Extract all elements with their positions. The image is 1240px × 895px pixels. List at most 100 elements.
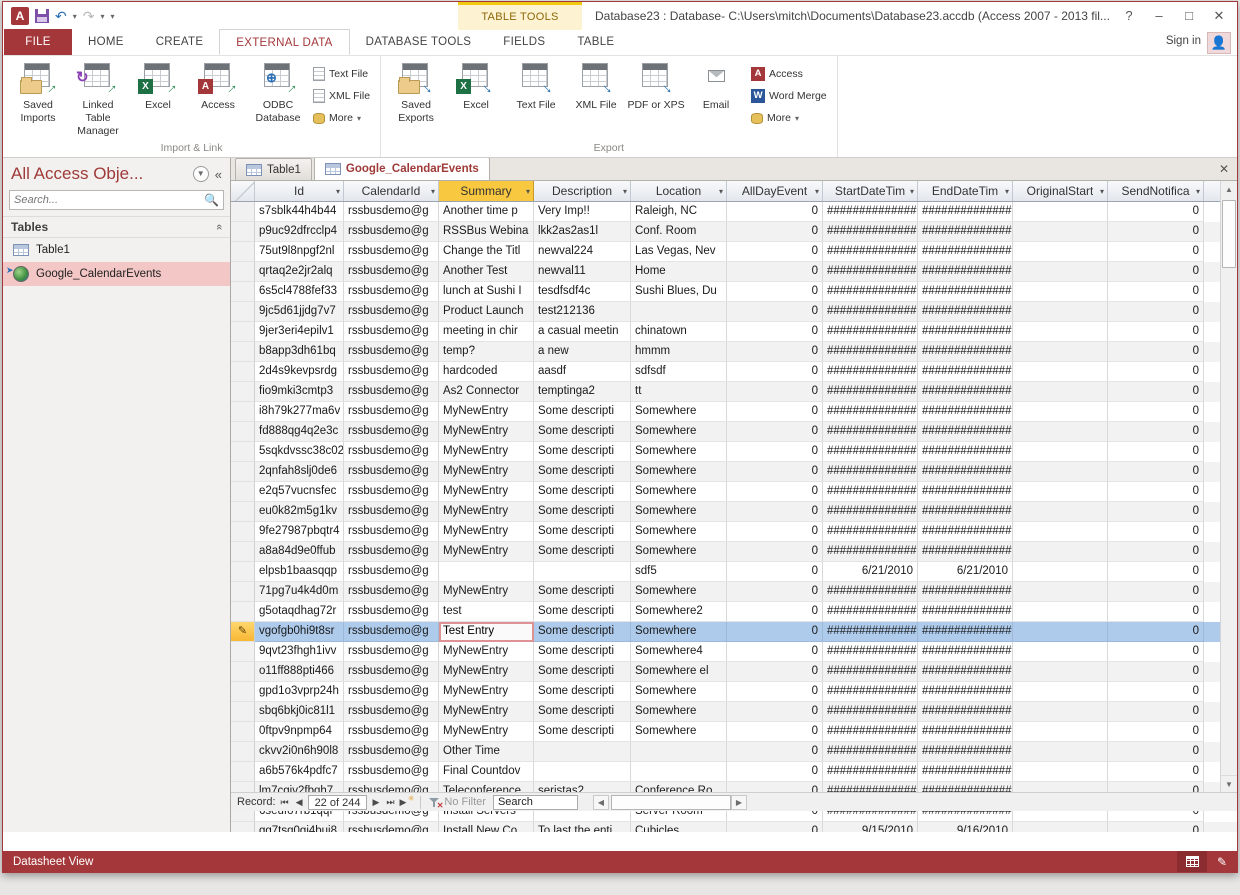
cell-enddatetim[interactable]: ############## xyxy=(918,522,1013,542)
table-row[interactable]: elpsb1baasqqprssbusdemo@gsdf506/21/20106… xyxy=(231,562,1237,582)
row-selector[interactable] xyxy=(231,442,255,462)
row-selector[interactable] xyxy=(231,402,255,422)
cell-description[interactable]: Some descripti xyxy=(534,602,631,622)
cell-calendarid[interactable]: rssbusdemo@g xyxy=(344,242,439,262)
row-selector-editing-icon[interactable]: ✎ xyxy=(231,622,255,642)
ribbon-tab-home[interactable]: HOME xyxy=(72,29,140,55)
cell-originalstart[interactable] xyxy=(1013,582,1108,602)
cell-description[interactable] xyxy=(534,742,631,762)
vertical-scrollbar[interactable]: ▲ ▼ xyxy=(1220,181,1237,792)
cell-alldayevent[interactable]: 0 xyxy=(727,402,823,422)
cell-description[interactable]: Some descripti xyxy=(534,482,631,502)
cell-sendnotifica[interactable]: 0 xyxy=(1108,422,1204,442)
cell-description[interactable]: Some descripti xyxy=(534,642,631,662)
row-selector[interactable] xyxy=(231,562,255,582)
row-selector[interactable] xyxy=(231,602,255,622)
scroll-down-icon[interactable]: ▼ xyxy=(1221,775,1237,792)
cell-enddatetim[interactable]: ############## xyxy=(918,482,1013,502)
cell-id[interactable]: eu0k82m5g1kv xyxy=(255,502,344,522)
cell-location[interactable] xyxy=(631,302,727,322)
cell-sendnotifica[interactable]: 0 xyxy=(1108,682,1204,702)
cell-enddatetim[interactable]: ############## xyxy=(918,322,1013,342)
cell-id[interactable]: b8app3dh61bq xyxy=(255,342,344,362)
cell-calendarid[interactable]: rssbusdemo@g xyxy=(344,822,439,832)
cell-description[interactable]: Some descripti xyxy=(534,442,631,462)
saved-imports-button[interactable]: →Saved Imports xyxy=(9,60,67,125)
cell-originalstart[interactable] xyxy=(1013,202,1108,222)
cell-sendnotifica[interactable]: 0 xyxy=(1108,602,1204,622)
cell-description[interactable]: newval224 xyxy=(534,242,631,262)
cell-originalstart[interactable] xyxy=(1013,282,1108,302)
cell-sendnotifica[interactable]: 0 xyxy=(1108,542,1204,562)
cell-enddatetim[interactable]: ############## xyxy=(918,622,1013,642)
cell-summary[interactable]: MyNewEntry xyxy=(439,542,534,562)
cell-alldayevent[interactable]: 0 xyxy=(727,722,823,742)
table-row[interactable]: g5otaqdhag72rrssbusdemo@gtestSome descri… xyxy=(231,602,1237,622)
cell-startdatetim[interactable]: ############## xyxy=(823,402,918,422)
cell-calendarid[interactable]: rssbusdemo@g xyxy=(344,662,439,682)
cell-startdatetim[interactable]: ############## xyxy=(823,582,918,602)
cell-id[interactable]: i8h79k277ma6v xyxy=(255,402,344,422)
row-selector[interactable] xyxy=(231,382,255,402)
row-selector[interactable] xyxy=(231,542,255,562)
cell-alldayevent[interactable]: 0 xyxy=(727,702,823,722)
cell-sendnotifica[interactable]: 0 xyxy=(1108,322,1204,342)
ribbon-tab-file[interactable]: FILE xyxy=(4,29,72,55)
cell-description[interactable]: temptinga2 xyxy=(534,382,631,402)
cell-calendarid[interactable]: rssbusdemo@g xyxy=(344,262,439,282)
cell-alldayevent[interactable]: 0 xyxy=(727,362,823,382)
row-selector[interactable] xyxy=(231,342,255,362)
table-row[interactable]: 6s5cl4788fef33rssbusdemo@glunch at Sushi… xyxy=(231,282,1237,302)
cell-calendarid[interactable]: rssbusdemo@g xyxy=(344,742,439,762)
cell-sendnotifica[interactable]: 0 xyxy=(1108,282,1204,302)
excel-export-button[interactable]: X→Excel xyxy=(447,60,505,112)
cell-alldayevent[interactable]: 0 xyxy=(727,582,823,602)
account-avatar[interactable]: 👤 xyxy=(1207,32,1231,54)
last-record-icon[interactable]: ⏭ xyxy=(384,797,396,808)
cell-originalstart[interactable] xyxy=(1013,422,1108,442)
row-selector[interactable] xyxy=(231,262,255,282)
column-header-startdatetim[interactable]: StartDateTim▾ xyxy=(823,181,918,201)
cell-alldayevent[interactable]: 0 xyxy=(727,342,823,362)
table-row[interactable]: 9qvt23fhgh1ivvrssbusdemo@gMyNewEntrySome… xyxy=(231,642,1237,662)
row-selector[interactable] xyxy=(231,362,255,382)
customize-qat-icon[interactable]: ▾ xyxy=(111,12,115,21)
cell-description[interactable]: Some descripti xyxy=(534,582,631,602)
table-row[interactable]: qrtaq2e2jr2alqrssbusdemo@gAnother Testne… xyxy=(231,262,1237,282)
cell-alldayevent[interactable]: 0 xyxy=(727,322,823,342)
table-row[interactable]: e2q57vucnsfecrssbusdemo@gMyNewEntrySome … xyxy=(231,482,1237,502)
table-row[interactable]: 2d4s9kevpsrdgrssbusdemo@ghardcodedaasdfs… xyxy=(231,362,1237,382)
cell-sendnotifica[interactable]: 0 xyxy=(1108,362,1204,382)
ribbon-tab-external-data[interactable]: EXTERNAL DATA xyxy=(219,29,349,55)
cell-originalstart[interactable] xyxy=(1013,702,1108,722)
column-dropdown-icon[interactable]: ▾ xyxy=(623,187,627,196)
cell-startdatetim[interactable]: ############## xyxy=(823,682,918,702)
nav-search-box[interactable]: 🔍 xyxy=(9,190,224,210)
cell-enddatetim[interactable]: ############## xyxy=(918,442,1013,462)
cell-startdatetim[interactable]: ############## xyxy=(823,222,918,242)
cell-sendnotifica[interactable]: 0 xyxy=(1108,342,1204,362)
cell-enddatetim[interactable]: ############## xyxy=(918,722,1013,742)
cell-originalstart[interactable] xyxy=(1013,662,1108,682)
collapse-group-icon[interactable]: « xyxy=(213,224,225,230)
cell-alldayevent[interactable]: 0 xyxy=(727,602,823,622)
cell-id[interactable]: a8a84d9e0ffub xyxy=(255,542,344,562)
access-app-icon[interactable]: A xyxy=(11,7,29,25)
cell-originalstart[interactable] xyxy=(1013,302,1108,322)
cell-description[interactable]: Some descripti xyxy=(534,682,631,702)
cell-originalstart[interactable] xyxy=(1013,562,1108,582)
column-header-enddatetim[interactable]: EndDateTim▾ xyxy=(918,181,1013,201)
word-merge-button[interactable]: WWord Merge xyxy=(747,87,831,105)
cell-id[interactable]: 71pg7u4k4d0m xyxy=(255,582,344,602)
row-selector[interactable] xyxy=(231,742,255,762)
table-row[interactable]: gg7tsq0gi4bui8rssbusdemo@gInstall New Co… xyxy=(231,822,1237,832)
row-selector[interactable] xyxy=(231,702,255,722)
cell-summary[interactable]: Final Countdov xyxy=(439,762,534,782)
undo-dropdown-icon[interactable]: ▾ xyxy=(73,12,77,21)
cell-startdatetim[interactable]: ############## xyxy=(823,702,918,722)
cell-calendarid[interactable]: rssbusdemo@g xyxy=(344,702,439,722)
horizontal-scrollbar[interactable]: ◀ ▶ xyxy=(593,793,747,811)
table-row[interactable]: 9jer3eri4epilv1rssbusdemo@gmeeting in ch… xyxy=(231,322,1237,342)
cell-location[interactable]: Somewhere xyxy=(631,462,727,482)
cell-summary[interactable]: Another time p xyxy=(439,202,534,222)
